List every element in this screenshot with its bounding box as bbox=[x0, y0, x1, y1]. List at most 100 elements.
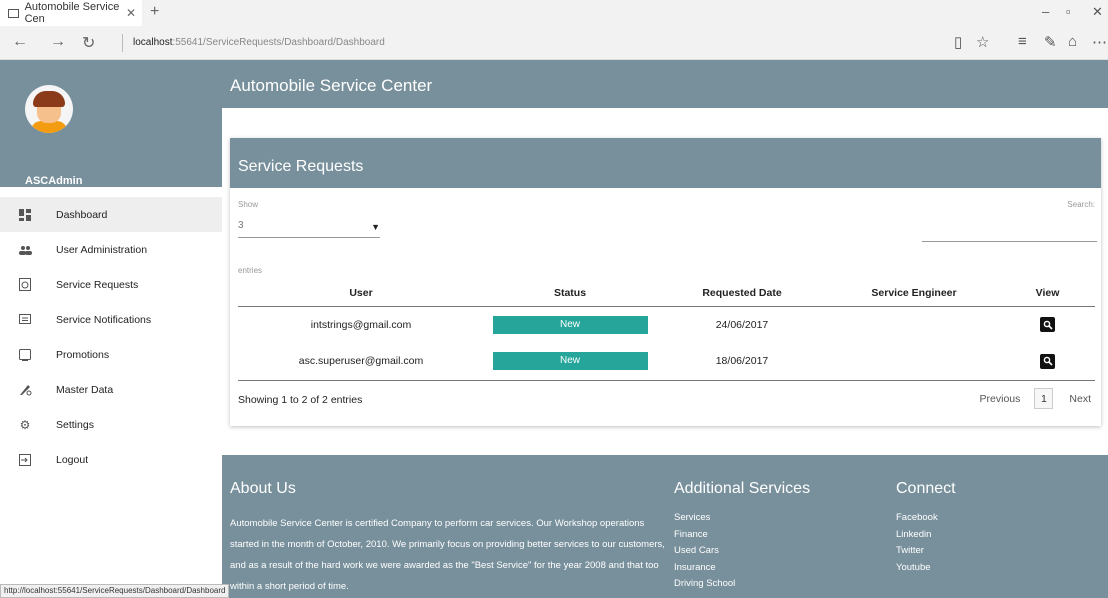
share-icon[interactable]: ⌂ bbox=[1068, 33, 1077, 50]
dashboard-icon bbox=[18, 208, 32, 222]
footer-link-services[interactable]: Services bbox=[674, 510, 735, 527]
next-page-button[interactable]: Next bbox=[1069, 393, 1091, 405]
footer-link-facebook[interactable]: Facebook bbox=[896, 510, 938, 527]
table-row: asc.superuser@gmail.com New 18/06/2017 bbox=[238, 343, 1095, 381]
sidebar-item-label: User Administration bbox=[56, 243, 148, 256]
sidebar-item-master-data[interactable]: Master Data bbox=[0, 372, 222, 407]
column-header-service-engineer[interactable]: Service Engineer bbox=[828, 280, 1000, 307]
favorite-star-icon[interactable]: ☆ bbox=[976, 33, 989, 51]
page-length-select[interactable]: 3 ▼ bbox=[238, 220, 380, 238]
tab-title: Automobile Service Cen bbox=[24, 1, 120, 25]
back-icon[interactable]: ← bbox=[12, 33, 28, 51]
master-data-icon bbox=[18, 383, 32, 397]
search-input[interactable] bbox=[922, 228, 1097, 242]
show-label: Show bbox=[238, 200, 259, 209]
footer-link-youtube[interactable]: Youtube bbox=[896, 560, 938, 577]
additional-services-list: Services Finance Used Cars Insurance Dri… bbox=[674, 510, 735, 593]
page-icon bbox=[8, 8, 19, 18]
service-requests-card: Service Requests Show 3 ▼ Search: entrie… bbox=[230, 138, 1101, 426]
gear-icon: ⚙ bbox=[19, 417, 31, 432]
connect-list: Facebook Linkedin Twitter Youtube bbox=[896, 510, 938, 576]
footer-link-used-cars[interactable]: Used Cars bbox=[674, 543, 735, 560]
sidebar-item-user-administration[interactable]: User Administration bbox=[0, 232, 222, 267]
sidebar-item-label: Promotions bbox=[56, 348, 110, 361]
search-label: Search: bbox=[1067, 200, 1095, 209]
connect-heading: Connect bbox=[896, 480, 956, 497]
search-icon bbox=[1043, 320, 1053, 330]
column-header-user[interactable]: User bbox=[238, 280, 484, 307]
sidebar-item-settings[interactable]: ⚙ Settings bbox=[0, 407, 222, 442]
column-header-requested-date[interactable]: Requested Date bbox=[656, 280, 828, 307]
cell-requested-date: 24/06/2017 bbox=[715, 318, 769, 331]
sidebar-item-label: Dashboard bbox=[56, 208, 108, 221]
pagination: Previous 1 Next bbox=[980, 388, 1091, 409]
sidebar-menu: Dashboard User Administration Service Re… bbox=[0, 197, 222, 477]
column-header-view[interactable]: View bbox=[1000, 280, 1095, 307]
sidebar-item-label: Service Notifications bbox=[56, 313, 152, 326]
app-header: Automobile Service Center bbox=[222, 60, 1108, 108]
promotion-icon bbox=[18, 348, 32, 362]
column-header-status[interactable]: Status bbox=[484, 280, 656, 307]
about-us-text: Automobile Service Center is certified C… bbox=[230, 518, 665, 592]
caret-down-icon: ▼ bbox=[371, 222, 380, 232]
card-header: Service Requests bbox=[230, 138, 1101, 188]
hub-icon[interactable]: ≡ bbox=[1018, 33, 1027, 50]
sidebar-item-label: Settings bbox=[56, 418, 94, 431]
profile-panel: ASCAdmin asc.superuser@gmail.com bbox=[0, 60, 222, 202]
new-tab-icon[interactable]: + bbox=[150, 3, 159, 21]
sidebar-item-service-requests[interactable]: Service Requests bbox=[0, 267, 222, 302]
message-icon bbox=[18, 313, 32, 327]
sidebar-item-label: Logout bbox=[56, 453, 89, 466]
view-request-button[interactable] bbox=[1040, 353, 1055, 369]
page-length-value: 3 bbox=[238, 220, 244, 231]
view-request-button[interactable] bbox=[1040, 317, 1055, 332]
web-note-icon[interactable]: ✎ bbox=[1044, 33, 1057, 51]
browser-nav-bar: ← → ↻ localhost:55641/ServiceRequests/Da… bbox=[0, 26, 1108, 60]
table-info: Showing 1 to 2 of 2 entries bbox=[238, 394, 363, 406]
about-us-heading: About Us bbox=[230, 480, 296, 497]
footer-link-finance[interactable]: Finance bbox=[674, 527, 735, 544]
link-status-bar: http://localhost:55641/ServiceRequests/D… bbox=[0, 584, 230, 598]
maximize-icon[interactable]: ▫ bbox=[1066, 4, 1071, 19]
sidebar-item-dashboard[interactable]: Dashboard bbox=[0, 197, 222, 232]
user-name: ASCAdmin bbox=[25, 175, 83, 187]
cell-requested-date: 18/06/2017 bbox=[656, 343, 828, 381]
reading-view-icon[interactable]: ▯ bbox=[954, 33, 962, 51]
page-1-button[interactable]: 1 bbox=[1034, 388, 1054, 409]
browser-tab[interactable]: Automobile Service Cen ✕ bbox=[0, 0, 142, 26]
cell-service-engineer bbox=[828, 343, 1000, 381]
footer-link-driving-school[interactable]: Driving School bbox=[674, 576, 735, 593]
minimize-icon[interactable]: – bbox=[1042, 4, 1049, 19]
card-title: Service Requests bbox=[238, 158, 364, 175]
search-icon bbox=[1043, 356, 1053, 366]
table-row: intstrings@gmail.com New 24/06/2017 bbox=[238, 306, 1095, 343]
address-host: localhost bbox=[133, 37, 173, 48]
close-window-icon[interactable]: ✕ bbox=[1092, 4, 1103, 20]
footer-link-twitter[interactable]: Twitter bbox=[896, 543, 938, 560]
previous-page-button[interactable]: Previous bbox=[980, 393, 1021, 405]
status-badge: New bbox=[492, 315, 648, 334]
sidebar-item-service-notifications[interactable]: Service Notifications bbox=[0, 302, 222, 337]
footer-link-insurance[interactable]: Insurance bbox=[674, 560, 735, 577]
users-icon bbox=[18, 243, 32, 257]
sidebar: ASCAdmin asc.superuser@gmail.com Dashboa… bbox=[0, 60, 222, 598]
refresh-icon[interactable]: ↻ bbox=[82, 33, 95, 53]
address-bar[interactable]: localhost:55641/ServiceRequests/Dashboar… bbox=[122, 34, 385, 52]
sidebar-item-promotions[interactable]: Promotions bbox=[0, 337, 222, 372]
footer-link-linkedin[interactable]: Linkedin bbox=[896, 527, 938, 544]
forward-icon[interactable]: → bbox=[50, 33, 66, 51]
cell-user: asc.superuser@gmail.com bbox=[238, 343, 484, 381]
avatar bbox=[25, 85, 73, 133]
status-badge: New bbox=[492, 352, 648, 371]
footer: About Us Automobile Service Center is ce… bbox=[222, 455, 1108, 598]
more-icon[interactable]: ⋯ bbox=[1092, 33, 1107, 51]
sidebar-item-logout[interactable]: Logout bbox=[0, 442, 222, 477]
browser-tab-bar: Automobile Service Cen ✕ + – ▫ ✕ bbox=[0, 0, 1108, 26]
close-tab-icon[interactable]: ✕ bbox=[126, 6, 136, 20]
additional-services-heading: Additional Services bbox=[674, 480, 811, 497]
address-path: :55641/ServiceRequests/Dashboard/Dashboa… bbox=[172, 37, 385, 48]
app-title: Automobile Service Center bbox=[230, 76, 433, 95]
sidebar-item-label: Master Data bbox=[56, 383, 114, 396]
entries-label: entries bbox=[238, 266, 263, 275]
service-requests-table: User Status Requested Date Service Engin… bbox=[238, 280, 1095, 381]
